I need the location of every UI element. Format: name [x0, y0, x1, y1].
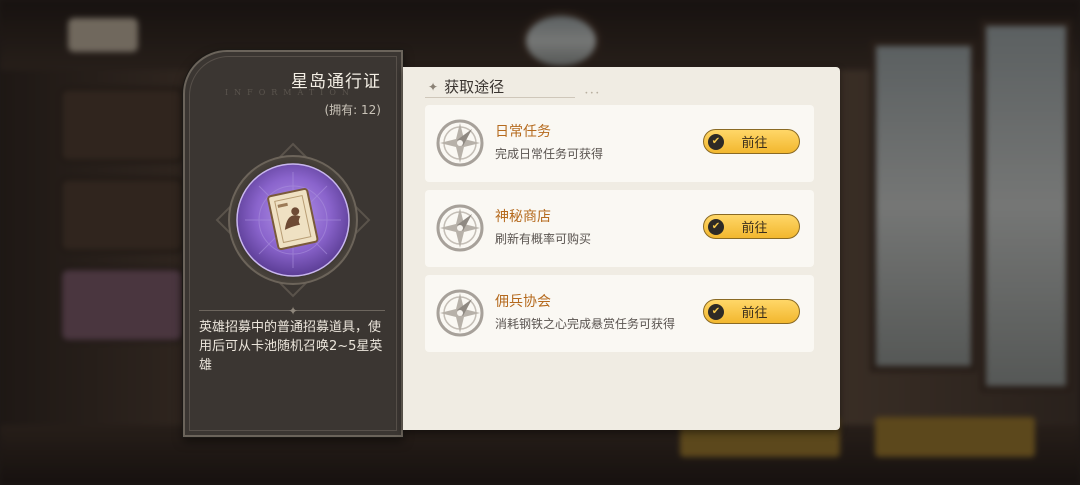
source-row-mercenary-guild: 佣兵协会 消耗钢铁之心完成悬赏任务可获得 ✔ 前往 [425, 275, 814, 352]
go-button-label: 前往 [741, 136, 768, 151]
source-name: 神秘商店 [495, 209, 551, 225]
item-description: 英雄招募中的普通招募道具，使用后可从卡池随机召唤2~5星英雄 [199, 320, 383, 373]
sources-title: 获取途径 [444, 78, 505, 96]
header-underline [425, 90, 599, 98]
source-desc: 刷新有概率可购买 [495, 232, 592, 246]
compass-icon [436, 204, 484, 252]
item-info-panel: 星岛通行证 INFORMATION (拥有: 12) ✦ 英雄招募中的普通招募道… [183, 50, 403, 437]
source-row-mystery-shop: 神秘商店 刷新有概率可购买 ✔ 前往 [425, 190, 814, 267]
divider-star-icon: ✦ [288, 304, 299, 318]
obtain-sources-panel: ✦ 获取途径 日常任务 完成日常任务可获得 ✔ 前往 神秘商店 刷新有概率可购买 [403, 67, 840, 430]
source-desc: 完成日常任务可获得 [495, 147, 604, 161]
go-button-mystery-shop[interactable]: ✔ 前往 [703, 214, 800, 239]
go-button-label: 前往 [741, 221, 768, 236]
source-row-daily-tasks: 日常任务 完成日常任务可获得 ✔ 前往 [425, 105, 814, 182]
compass-icon [436, 289, 484, 337]
go-button-label: 前往 [741, 306, 768, 321]
source-desc: 消耗钢铁之心完成悬赏任务可获得 [495, 317, 676, 331]
source-name: 日常任务 [495, 124, 551, 140]
go-button-daily-tasks[interactable]: ✔ 前往 [703, 129, 800, 154]
diamond-icon: ✦ [428, 79, 439, 94]
go-button-mercenary-guild[interactable]: ✔ 前往 [703, 299, 800, 324]
sources-header: ✦ 获取途径 [428, 76, 504, 97]
check-icon: ✔ [708, 218, 724, 235]
check-icon: ✔ [708, 133, 724, 150]
check-icon: ✔ [708, 303, 724, 320]
recruit-scroll-icon [215, 142, 371, 298]
source-name: 佣兵协会 [495, 294, 551, 310]
item-owned-count: (拥有: 12) [324, 103, 382, 117]
panel-watermark: INFORMATION [225, 88, 355, 97]
compass-icon [436, 119, 484, 167]
